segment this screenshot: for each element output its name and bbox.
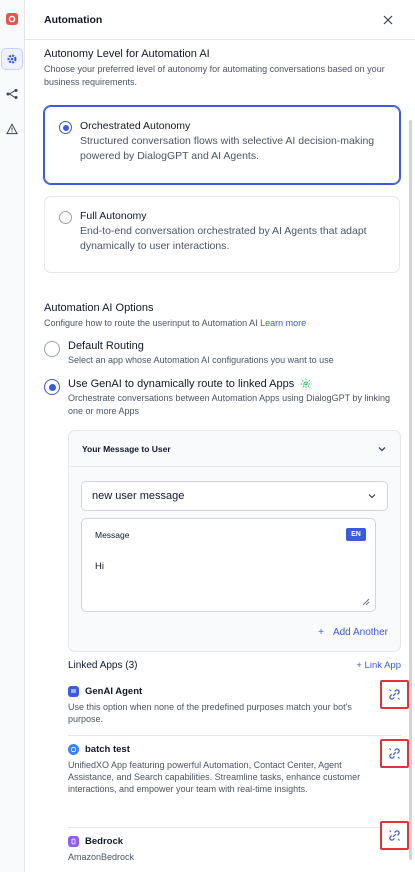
default-routing-title: Default Routing xyxy=(68,340,144,352)
learn-more-link[interactable]: Learn more xyxy=(260,318,306,328)
app-description: UnifiedXO App featuring powerful Automat… xyxy=(68,760,361,794)
message-box-header[interactable]: Your Message to User xyxy=(69,431,400,467)
linked-apps-list: GenAI Agent Use this option when none of… xyxy=(68,684,401,872)
chevron-down-icon[interactable] xyxy=(377,444,387,454)
panel-header: Automation xyxy=(25,0,415,40)
option-title: Full Autonomy xyxy=(80,210,147,222)
app-description: AmazonBedrock xyxy=(68,852,135,862)
app-description: Use this option when none of the predefi… xyxy=(68,702,352,724)
genai-routing-title: Use GenAI to dynamically route to linked… xyxy=(68,378,295,390)
message-type-selected: new user message xyxy=(92,490,185,502)
full-autonomy-radio[interactable] xyxy=(59,211,72,224)
add-another-label: Add Another xyxy=(332,627,388,638)
left-rail xyxy=(0,0,25,872)
orchestrated-autonomy-radio[interactable] xyxy=(59,121,72,134)
genai-routing-title-row: Use GenAI to dynamically route to linked… xyxy=(68,378,398,390)
panel-title: Automation xyxy=(44,13,103,26)
default-routing-option[interactable]: Default Routing Select an app whose Auto… xyxy=(44,340,404,367)
unlink-app-button[interactable] xyxy=(380,739,409,768)
bedrock-icon xyxy=(68,836,79,847)
app-name: GenAI Agent xyxy=(68,686,401,697)
linked-apps-title: Linked Apps (3) xyxy=(68,660,138,671)
message-box-header-label: Your Message to User xyxy=(82,443,171,454)
agent-icon xyxy=(68,686,79,697)
message-textarea[interactable]: Message EN Hi xyxy=(81,518,376,612)
linked-apps-header: Linked Apps (3) + Link App xyxy=(68,660,401,671)
autonomy-section-description: Choose your preferred level of autonomy … xyxy=(44,64,385,87)
app-name: batch test xyxy=(68,744,401,755)
warning-icon[interactable] xyxy=(1,118,23,140)
autonomy-section-title: Autonomy Level for Automation AI xyxy=(44,48,210,60)
ai-options-description-text: Configure how to route the userinput to … xyxy=(44,318,258,328)
gear-icon[interactable] xyxy=(1,48,23,70)
close-icon[interactable] xyxy=(380,12,396,28)
unlink-app-button[interactable] xyxy=(380,821,409,850)
ai-options-section: Automation AI Options Configure how to r… xyxy=(44,302,406,330)
scrollbar[interactable] xyxy=(409,120,412,860)
unlink-icon xyxy=(389,748,400,759)
option-description: Structured conversation flows with selec… xyxy=(80,135,375,162)
chevron-down-icon xyxy=(368,494,376,499)
unlink-icon xyxy=(389,830,400,841)
default-routing-radio[interactable] xyxy=(44,341,60,357)
app-globe-icon xyxy=(68,744,79,755)
app-logo-icon[interactable] xyxy=(1,8,23,30)
app-name-text: Bedrock xyxy=(85,836,124,847)
orchestrated-autonomy-option[interactable]: Orchestrated Autonomy Structured convers… xyxy=(44,106,400,184)
sparkle-icon xyxy=(300,378,312,390)
full-autonomy-option[interactable]: Full Autonomy End-to-end conversation or… xyxy=(44,196,400,273)
plus-icon: + xyxy=(318,627,324,638)
message-field-label: Message xyxy=(95,530,130,540)
option-description: End-to-end conversation orchestrated by … xyxy=(80,225,367,252)
flow-icon[interactable] xyxy=(1,83,23,105)
default-routing-description: Select an app whose Automation AI config… xyxy=(68,355,334,365)
linked-app-item: Bedrock AmazonBedrock xyxy=(68,836,401,872)
message-type-select[interactable]: new user message xyxy=(81,481,388,511)
link-app-button[interactable]: + Link App xyxy=(356,660,401,671)
genai-routing-option[interactable]: Use GenAI to dynamically route to linked… xyxy=(44,378,404,418)
add-another-button[interactable]: + Add Another xyxy=(318,627,388,638)
option-title: Orchestrated Autonomy xyxy=(80,120,191,132)
genai-routing-radio[interactable] xyxy=(44,379,60,395)
resize-handle-icon[interactable] xyxy=(362,598,370,606)
ai-options-title: Automation AI Options xyxy=(44,302,154,314)
app-name: Bedrock xyxy=(68,836,401,847)
panel-content: Autonomy Level for Automation AI Choose … xyxy=(44,48,409,862)
unlink-icon xyxy=(389,689,400,700)
app-name-text: GenAI Agent xyxy=(85,686,143,697)
message-to-user-box: Your Message to User new user message Me… xyxy=(68,430,401,652)
ai-options-description: Configure how to route the userinput to … xyxy=(44,317,406,330)
genai-routing-description: Orchestrate conversations between Automa… xyxy=(68,393,391,416)
automation-panel: Automation Autonomy Level for Automation… xyxy=(25,0,415,872)
language-badge[interactable]: EN xyxy=(346,528,366,541)
message-field-value: Hi xyxy=(95,561,104,572)
unlink-app-button[interactable] xyxy=(380,680,409,709)
app-name-text: batch test xyxy=(85,744,130,755)
linked-app-item: batch test UnifiedXO App featuring power… xyxy=(68,744,401,828)
linked-app-item: GenAI Agent Use this option when none of… xyxy=(68,686,401,736)
